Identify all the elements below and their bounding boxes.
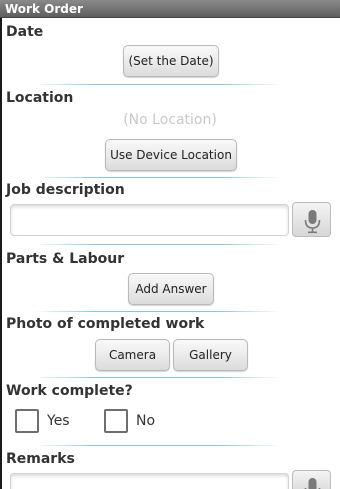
app-title: Work Order	[5, 2, 83, 16]
divider	[34, 84, 280, 85]
no-checkbox-label: No	[136, 413, 156, 429]
remarks-mic-button[interactable]	[292, 470, 331, 489]
divider	[34, 177, 280, 178]
yes-checkbox-label: Yes	[47, 413, 70, 429]
window-frame-edge	[0, 0, 2, 489]
job-description-mic-button[interactable]	[292, 202, 331, 237]
location-value-placeholder: (No Location)	[123, 112, 217, 128]
divider	[34, 445, 280, 446]
job-description-label: Job description	[6, 182, 125, 198]
microphone-icon	[304, 478, 321, 489]
set-date-button[interactable]: (Set the Date)	[123, 45, 219, 77]
divider	[34, 377, 280, 378]
title-bar: Work Order	[0, 0, 340, 18]
job-description-field[interactable]	[10, 204, 289, 236]
no-checkbox[interactable]	[104, 409, 128, 433]
location-label: Location	[6, 90, 74, 106]
divider	[34, 244, 280, 245]
divider	[34, 311, 280, 312]
remarks-field[interactable]	[10, 473, 289, 489]
yes-checkbox[interactable]	[15, 409, 39, 433]
use-device-location-button[interactable]: Use Device Location	[105, 139, 237, 171]
gallery-button[interactable]: Gallery	[173, 339, 248, 371]
add-answer-button[interactable]: Add Answer	[128, 273, 214, 305]
date-label: Date	[6, 24, 44, 40]
remarks-label: Remarks	[6, 451, 75, 467]
work-order-screen: Work Order Date (Set the Date) Location …	[0, 0, 340, 489]
microphone-icon	[304, 210, 321, 234]
camera-button[interactable]: Camera	[95, 339, 170, 371]
work-complete-label: Work complete?	[6, 383, 133, 399]
parts-labour-label: Parts & Labour	[6, 251, 125, 267]
photo-label: Photo of completed work	[6, 316, 205, 332]
